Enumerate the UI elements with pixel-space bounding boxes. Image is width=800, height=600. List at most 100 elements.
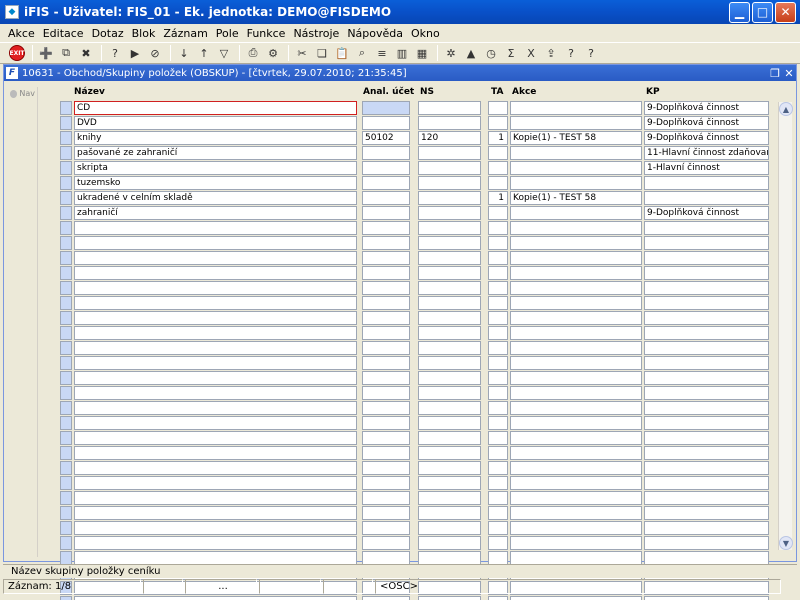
row-selector[interactable] [60,596,72,600]
menu-item-4[interactable]: Záznam [159,27,211,40]
calculator-button[interactable]: ▦ [413,44,431,62]
table-row[interactable] [60,461,776,476]
cell-nazev[interactable]: skripta [74,161,357,175]
find-button[interactable]: ⌕ [353,44,371,62]
table-row[interactable] [60,536,776,551]
cell-akce[interactable] [510,176,642,190]
cell-nazev[interactable] [74,221,357,235]
table-row[interactable]: zahraničí 9-Doplňková činnost [60,206,776,221]
cell-akce[interactable]: Kopie(1) - TEST 58 [510,191,642,205]
table-row[interactable] [60,416,776,431]
cell-ns[interactable] [418,116,481,130]
cell-akce[interactable] [510,536,642,550]
excel-button[interactable]: X [522,44,540,62]
cell-anal[interactable] [362,551,410,565]
cell-anal[interactable] [362,476,410,490]
cell-akce[interactable] [510,386,642,400]
cell-akce[interactable] [510,431,642,445]
cell-ta[interactable] [488,236,508,250]
duplicate-record-button[interactable]: ⧉ [57,44,75,62]
cell-akce[interactable] [510,101,642,115]
row-selector[interactable] [60,461,72,475]
cell-nazev[interactable] [74,416,357,430]
cell-nazev[interactable] [74,596,357,600]
table-row[interactable] [60,281,776,296]
cell-nazev[interactable] [74,506,357,520]
cell-akce[interactable] [510,206,642,220]
cell-ta[interactable] [488,176,508,190]
row-selector[interactable] [60,206,72,220]
cell-nazev[interactable] [74,521,357,535]
cell-kp[interactable] [644,401,769,415]
table-row[interactable] [60,371,776,386]
row-selector[interactable] [60,401,72,415]
cell-nazev[interactable] [74,296,357,310]
menu-item-5[interactable]: Pole [212,27,243,40]
cell-akce[interactable] [510,281,642,295]
cell-ns[interactable] [418,521,481,535]
cell-anal[interactable] [362,266,410,280]
row-selector[interactable] [60,326,72,340]
cell-nazev[interactable] [74,401,357,415]
cell-ns[interactable] [418,506,481,520]
cell-ns[interactable] [418,326,481,340]
cell-ns[interactable] [418,206,481,220]
cell-ns[interactable] [418,461,481,475]
row-selector[interactable] [60,551,72,565]
cell-akce[interactable] [510,446,642,460]
cell-anal[interactable] [362,191,410,205]
cell-ns[interactable] [418,236,481,250]
cell-kp[interactable] [644,446,769,460]
cell-nazev[interactable] [74,281,357,295]
table-row[interactable] [60,431,776,446]
row-selector[interactable] [60,371,72,385]
cell-kp[interactable] [644,251,769,265]
menu-item-7[interactable]: Nástroje [289,27,343,40]
cell-kp[interactable] [644,416,769,430]
cell-ns[interactable] [418,266,481,280]
cell-akce[interactable] [510,356,642,370]
cell-ta[interactable] [488,401,508,415]
cell-anal[interactable] [362,356,410,370]
cell-nazev[interactable] [74,311,357,325]
cell-ns[interactable] [418,386,481,400]
cell-ns[interactable] [418,296,481,310]
form-close-button[interactable]: ✕ [782,67,796,80]
cut-button[interactable]: ✂ [293,44,311,62]
cell-ns[interactable] [418,281,481,295]
cell-kp[interactable] [644,236,769,250]
cell-ta[interactable] [488,551,508,565]
cell-anal[interactable] [362,521,410,535]
cell-anal[interactable] [362,341,410,355]
cell-anal[interactable] [362,311,410,325]
cell-ns[interactable] [418,161,481,175]
cell-ta[interactable] [488,386,508,400]
row-selector[interactable] [60,296,72,310]
cell-akce[interactable] [510,116,642,130]
cell-kp[interactable] [644,596,769,600]
cell-anal[interactable] [362,431,410,445]
table-row[interactable] [60,311,776,326]
cell-ta[interactable] [488,281,508,295]
menu-item-2[interactable]: Dotaz [88,27,128,40]
cell-akce[interactable] [510,266,642,280]
row-selector[interactable] [60,131,72,145]
cell-anal[interactable] [362,326,410,340]
cell-ta[interactable] [488,371,508,385]
cell-kp[interactable] [644,341,769,355]
cell-nazev[interactable] [74,461,357,475]
table-row[interactable]: tuzemsko [60,176,776,191]
context-help-button[interactable]: ? [582,44,600,62]
cell-akce[interactable] [510,506,642,520]
cell-kp[interactable] [644,191,769,205]
cell-akce[interactable] [510,251,642,265]
row-selector[interactable] [60,446,72,460]
list-button[interactable]: ≡ [373,44,391,62]
cell-ta[interactable] [488,101,508,115]
cell-kp[interactable] [644,296,769,310]
print-button[interactable]: ⎙ [244,44,262,62]
minimize-button[interactable]: ▁ [729,1,750,23]
cell-nazev[interactable]: CD [74,101,357,115]
cell-ta[interactable] [488,596,508,600]
exit-button[interactable]: EXIT [8,44,26,62]
